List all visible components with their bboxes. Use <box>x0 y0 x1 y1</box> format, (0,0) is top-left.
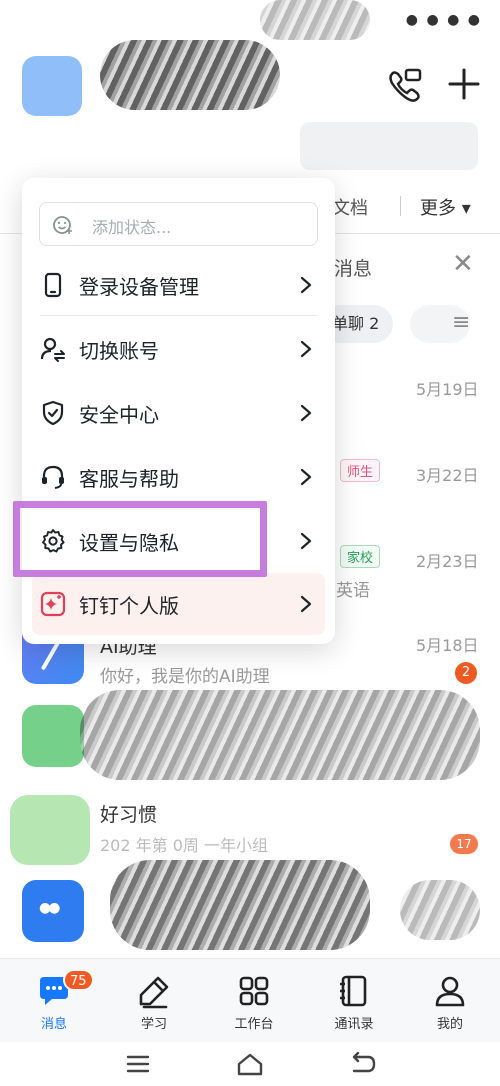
tab-more[interactable]: 更多 ▾ <box>420 194 471 220</box>
nav-me[interactable]: 我的 <box>400 959 500 1043</box>
redaction-scribble <box>400 880 480 940</box>
home-icon[interactable] <box>230 1050 270 1078</box>
list-icon[interactable]: ≡ <box>452 310 470 335</box>
plus-icon[interactable] <box>444 64 484 104</box>
chat-name[interactable]: 好习惯 <box>100 800 157 827</box>
panel-title: 消息 <box>334 258 373 280</box>
tab-docs[interactable]: 文档 <box>332 194 368 220</box>
unread-badge: 2 <box>455 662 477 684</box>
redaction-scribble <box>260 0 370 40</box>
shield-check-icon <box>42 400 64 426</box>
nav-label: 学习 <box>140 1017 167 1032</box>
nav-workbench[interactable]: 工作台 <box>204 959 304 1043</box>
chat-preview: 202 年第 0周 一年小组 <box>100 836 268 855</box>
menu-divider <box>40 315 317 316</box>
chat-preview: 英语 <box>336 581 370 601</box>
unread-badge: 75 <box>63 969 94 991</box>
group-avatar[interactable] <box>22 705 84 767</box>
nav-learning[interactable]: 学习 <box>104 959 204 1043</box>
system-nav-bar <box>0 1042 500 1086</box>
menu-item-label: 钉钉个人版 <box>79 594 179 618</box>
status-icons: ● ● ● ● <box>405 12 482 28</box>
menu-item-label: 切换账号 <box>79 339 159 363</box>
menu-item-dingtalk-personal[interactable]: 钉钉个人版 <box>32 573 325 635</box>
bottom-nav: 消息 75 学习 工作台 通讯录 我的 <box>0 958 500 1042</box>
contacts-book-icon <box>340 975 367 1007</box>
switch-account-icon <box>40 337 65 362</box>
smiley-add-icon <box>53 216 72 234</box>
nav-label: 通讯录 <box>334 1017 374 1032</box>
chat-date: 2月23日 <box>416 552 479 571</box>
menu-item-label: 登录设备管理 <box>79 275 199 299</box>
unread-badge: 17 <box>450 834 478 854</box>
sparkle-icon <box>40 591 66 617</box>
chevron-right-icon <box>300 532 312 550</box>
redaction-scribble <box>100 40 280 110</box>
chevron-right-icon <box>300 276 312 294</box>
nav-contacts[interactable]: 通讯录 <box>304 959 404 1043</box>
menu-item-security-center[interactable]: 安全中心 <box>22 382 335 444</box>
chat-date: 5月18日 <box>416 636 479 655</box>
redaction-scribble <box>80 690 480 780</box>
status-bar: ● ● ● ● <box>0 0 500 40</box>
nav-label: 消息 <box>40 1017 67 1032</box>
status-placeholder: 添加状态... <box>92 218 172 237</box>
pencil-icon <box>139 976 169 1009</box>
grid-icon <box>239 976 269 1006</box>
menu-item-label: 客服与帮助 <box>79 467 179 491</box>
chevron-right-icon <box>300 340 312 358</box>
search-bar[interactable] <box>300 122 478 170</box>
menu-item-device-management[interactable]: 登录设备管理 <box>22 254 335 316</box>
menu-item-switch-account[interactable]: 切换账号 <box>22 318 335 380</box>
person-icon <box>435 976 465 1007</box>
tag-home-school: 家校 <box>340 545 381 568</box>
redaction-scribble <box>110 860 370 950</box>
nav-messages[interactable]: 消息 75 <box>4 959 104 1043</box>
chat-preview: 你好，我是你的AI助理 <box>100 667 270 687</box>
chevron-right-icon <box>300 404 312 422</box>
close-icon[interactable]: ✕ <box>452 250 474 278</box>
phone-device-icon <box>44 272 62 298</box>
chat-date: 5月19日 <box>416 380 479 399</box>
chevron-right-icon <box>300 595 312 613</box>
nav-label: 工作台 <box>234 1017 274 1032</box>
chat-date: 3月22日 <box>416 466 479 485</box>
chevron-right-icon <box>300 468 312 486</box>
phone-video-icon[interactable] <box>384 64 424 104</box>
nav-label: 我的 <box>436 1017 463 1032</box>
add-status-input[interactable]: 添加状态... <box>39 202 318 246</box>
tab-separator <box>400 196 401 216</box>
headset-icon <box>42 465 64 489</box>
user-avatar[interactable] <box>22 56 82 116</box>
tag-teacher-student: 师生 <box>340 459 381 482</box>
highlight-annotation <box>13 501 267 577</box>
menu-item-label: 安全中心 <box>79 403 159 427</box>
back-icon[interactable] <box>342 1050 382 1078</box>
menu-icon[interactable] <box>118 1050 158 1078</box>
group-avatar[interactable] <box>22 880 84 942</box>
menu-item-customer-service[interactable]: 客服与帮助 <box>22 446 335 508</box>
group-avatar[interactable] <box>10 795 90 865</box>
